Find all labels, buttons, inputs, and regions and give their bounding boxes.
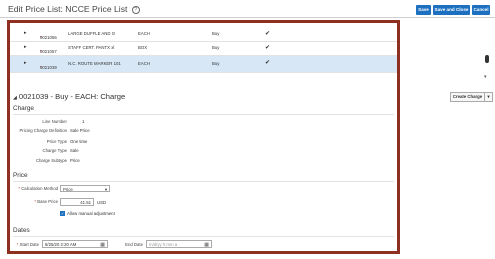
help-icon[interactable]: ?: [131, 5, 140, 14]
save-and-close-button[interactable]: Save and Close: [433, 5, 470, 15]
title-divider: [0, 17, 495, 18]
page-title-text: Edit Price List: NCCE Price List: [8, 4, 128, 14]
page-title: Edit Price List: NCCE Price List ?: [8, 4, 140, 14]
cancel-button[interactable]: Cancel: [472, 5, 490, 15]
scroll-down-icon[interactable]: ▾: [484, 74, 487, 80]
create-charge-menu-icon[interactable]: ▾: [484, 92, 493, 102]
save-button[interactable]: Save: [416, 5, 431, 15]
highlight-frame: [7, 20, 400, 254]
scrollbar-thumb[interactable]: [485, 55, 489, 63]
create-charge-button[interactable]: Create Charge: [450, 92, 485, 102]
